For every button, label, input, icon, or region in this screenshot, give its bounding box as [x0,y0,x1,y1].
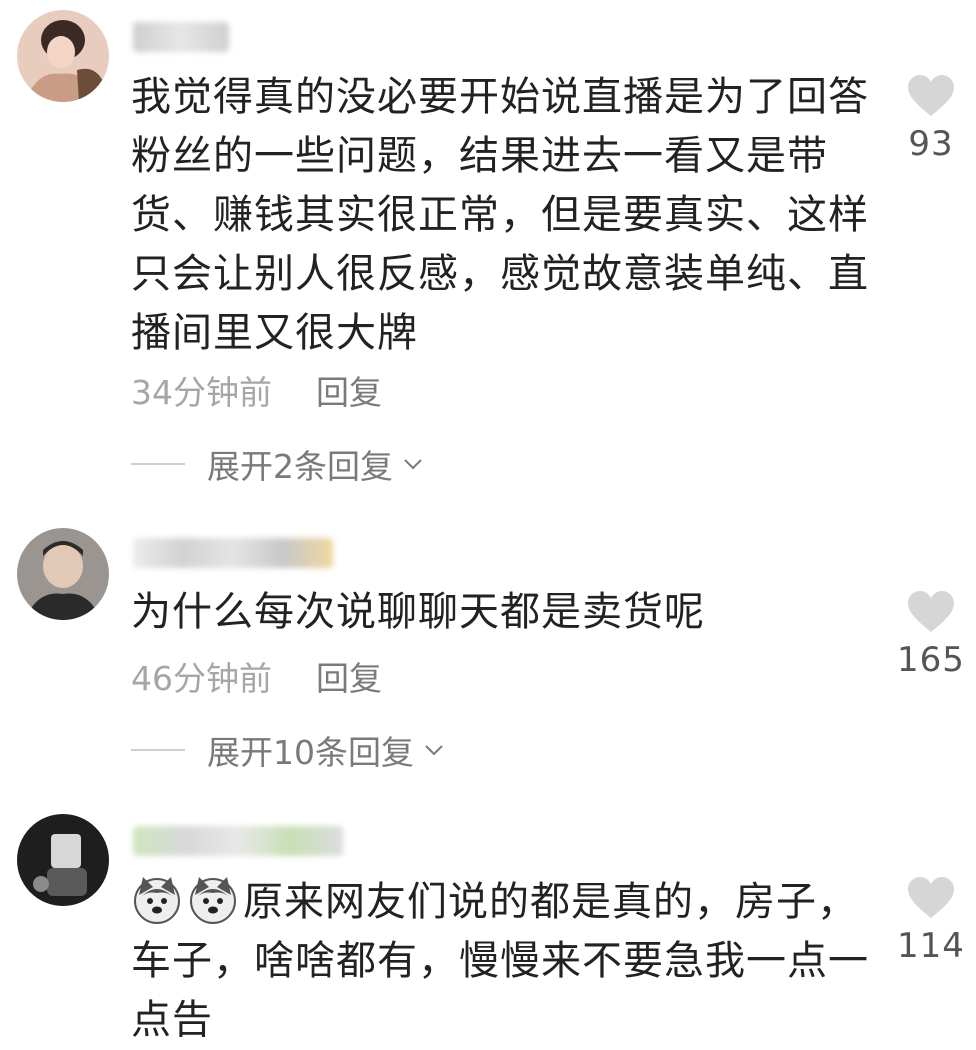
comment-meta: 34分钟前 回复 [131,366,382,414]
expand-replies-button[interactable]: 展开10条回复 [131,726,446,774]
heart-icon [908,75,954,116]
expand-replies-button[interactable]: 展开2条回复 [131,440,425,488]
comment-text: 我觉得真的没必要开始说直播是为了回答粉丝的一些问题，结果进去一看又是带货、赚钱其… [131,74,869,356]
like-button[interactable]: 114 [896,876,966,966]
avatar[interactable] [17,10,109,102]
username-blurred[interactable] [133,22,229,52]
like-count: 114 [897,926,965,966]
heart-icon [908,591,954,632]
avatar[interactable] [17,814,109,906]
avatar[interactable] [17,528,109,620]
comment-time: 34分钟前 [131,373,272,412]
like-button[interactable]: 93 [896,74,966,164]
comment-meta: 46分钟前 回复 [131,652,382,700]
husky-emoji-icon [134,877,180,924]
comment-text: 为什么每次说聊聊天都是卖货呢 [131,589,705,635]
comment-text: 原来网友们说的都是真的，房子，车子，啥啥都有，慢慢来不要急我一点一点告 [131,873,871,1050]
username-blurred[interactable] [133,826,343,856]
chevron-down-icon [404,459,422,470]
comment-text-body: 原来网友们说的都是真的，房子，车子，啥啥都有，慢慢来不要急我一点一点告 [131,879,869,1043]
like-button[interactable]: 165 [896,590,966,680]
comment-time: 46分钟前 [131,659,272,698]
like-count: 165 [897,640,965,680]
expand-replies-label: 展开10条回复 [207,733,414,772]
divider-dash [131,463,185,465]
heart-icon [908,877,954,918]
expand-replies-label: 展开2条回复 [207,447,393,486]
reply-button[interactable]: 回复 [316,659,382,698]
reply-button[interactable]: 回复 [316,373,382,412]
username-blurred[interactable] [133,538,333,568]
divider-dash [131,749,185,751]
like-count: 93 [908,124,954,164]
chevron-down-icon [425,745,443,756]
husky-emoji-icon [190,877,236,924]
